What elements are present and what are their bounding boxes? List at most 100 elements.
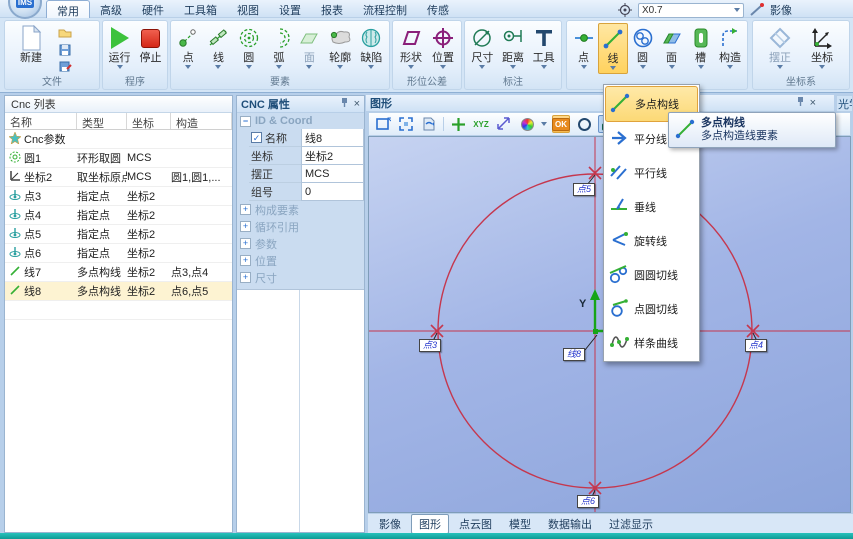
section-size[interactable]: +尺寸 (237, 269, 364, 286)
circle-snap-icon[interactable] (575, 115, 593, 133)
tab-changyong[interactable]: 常用 (46, 0, 90, 18)
table-row-line8-selected[interactable]: 线8 多点构线 坐标2 点6,点5 (5, 282, 232, 301)
image-slot-button[interactable]: 槽 (686, 23, 715, 74)
field-value-input[interactable]: 0 (301, 183, 364, 201)
tab-shezhi[interactable]: 设置 (269, 0, 311, 18)
line8-origin-label[interactable]: 线8 (563, 348, 585, 361)
xyz-axes-toggle[interactable]: XYZ (472, 115, 490, 133)
ok-capture-button[interactable]: OK (552, 115, 570, 133)
fit-view-icon[interactable] (374, 115, 392, 133)
expand-icon[interactable]: + (240, 255, 251, 266)
point6-marker-label[interactable]: 点6 (577, 495, 599, 508)
tab-model-view[interactable]: 模型 (502, 515, 538, 533)
menu-item-perpendicular-line[interactable]: 垂线 (605, 190, 698, 224)
column-coord[interactable]: 坐标 (127, 113, 171, 129)
expand-icon[interactable]: + (240, 238, 251, 249)
table-row-point5[interactable]: 点5 指定点 坐标2 (5, 225, 232, 244)
menu-item-spline-curve[interactable]: 样条曲线 (605, 326, 698, 360)
element-circle-button[interactable]: 圆 (234, 23, 264, 72)
column-name[interactable]: 名称 (5, 113, 77, 129)
open-folder-icon[interactable] (57, 25, 73, 40)
close-icon[interactable]: × (354, 98, 360, 110)
zoom-extents-icon[interactable] (397, 115, 415, 133)
shape-tolerance-button[interactable]: 形状 (395, 23, 427, 72)
column-construct[interactable]: 构造 (171, 113, 232, 129)
tab-yingjian[interactable]: 硬件 (132, 0, 174, 18)
element-plane-button[interactable]: 面 (294, 23, 324, 72)
tools-button[interactable]: 工具 (528, 23, 559, 72)
menu-item-point-circle-tangent[interactable]: 点圆切线 (605, 292, 698, 326)
element-line-button[interactable]: 线 (203, 23, 233, 72)
menu-item-circle-circle-tangent[interactable]: 圆圆切线 (605, 258, 698, 292)
crosshair-target-icon[interactable] (616, 1, 634, 19)
point3-marker-label[interactable]: 点3 (419, 339, 441, 352)
new-button[interactable]: 新建 (11, 23, 51, 64)
magnification-combo[interactable]: X0.7 (638, 3, 744, 18)
field-value-input[interactable]: MCS (301, 165, 364, 183)
tab-gongjuxiang[interactable]: 工具箱 (174, 0, 227, 18)
section-id-coord[interactable]: − ID & Coord (237, 113, 364, 129)
dimension-button[interactable]: 尺寸 (467, 23, 498, 72)
tab-image-view[interactable]: 影像 (372, 515, 408, 533)
point5-marker-label[interactable]: 点5 (573, 183, 595, 196)
axes-arrows-icon[interactable] (495, 115, 513, 133)
context-tab-label[interactable]: 影像 (770, 2, 792, 18)
image-point-button[interactable]: 点 (569, 23, 598, 74)
checkbox-checked-icon[interactable]: ✓ (251, 132, 262, 143)
element-arc-button[interactable]: 弧 (264, 23, 294, 72)
point4-marker-label[interactable]: 点4 (745, 339, 767, 352)
image-plane-button[interactable]: 面 (657, 23, 686, 74)
tab-data-output-view[interactable]: 数据输出 (541, 515, 599, 533)
field-value-input[interactable]: 线8 (301, 129, 364, 147)
table-row-coord2[interactable]: 坐标2 取坐标原点 MCS 圆1,圆1,... (5, 168, 232, 187)
table-row-point6[interactable]: 点6 指定点 坐标2 (5, 244, 232, 263)
expand-icon[interactable]: + (240, 204, 251, 215)
expand-icon[interactable]: + (240, 221, 251, 232)
tab-chuangan[interactable]: 传感 (417, 0, 459, 18)
crosshair-plus-icon[interactable] (449, 115, 467, 133)
pen-probe-icon[interactable] (748, 1, 766, 19)
section-parameters[interactable]: +参数 (237, 235, 364, 252)
table-row-circle1[interactable]: 圆1 环形取圆 MCS (5, 149, 232, 168)
save-icon[interactable] (57, 42, 73, 57)
close-icon[interactable]: × (810, 97, 816, 109)
element-defect-button[interactable]: 缺陷 (356, 23, 387, 72)
pin-icon[interactable] (796, 96, 805, 110)
color-wheel-icon[interactable] (518, 115, 536, 133)
element-point-button[interactable]: 点 (173, 23, 203, 72)
save-as-icon[interactable] (57, 59, 73, 74)
menu-item-parallel-line[interactable]: 平行线 (605, 156, 698, 190)
tab-gaoji[interactable]: 高级 (90, 0, 132, 18)
distance-button[interactable]: 距离 (498, 23, 529, 72)
element-contour-button[interactable]: 轮廓 (324, 23, 355, 72)
run-button[interactable]: 运行 (105, 23, 134, 72)
column-type[interactable]: 类型 (77, 113, 127, 129)
table-row-point4[interactable]: 点4 指定点 坐标2 (5, 206, 232, 225)
coordinate-button[interactable]: 坐标 (804, 23, 840, 72)
tab-graphics-view[interactable]: 图形 (411, 514, 449, 534)
stop-button[interactable]: 停止 (136, 23, 165, 72)
collapse-icon[interactable]: − (240, 116, 251, 127)
table-row-point3[interactable]: 点3 指定点 坐标2 (5, 187, 232, 206)
position-tolerance-button[interactable]: 位置 (427, 23, 459, 72)
tab-liuchengkongzhi[interactable]: 流程控制 (353, 0, 417, 18)
section-position[interactable]: +位置 (237, 252, 364, 269)
tab-baobiao[interactable]: 报表 (311, 0, 353, 18)
pin-icon[interactable] (340, 97, 349, 111)
expand-icon[interactable]: + (240, 272, 251, 283)
section-loop-reference[interactable]: +循环引用 (237, 218, 364, 235)
menu-item-rotated-line[interactable]: 旋转线 (605, 224, 698, 258)
chevron-down-icon[interactable] (541, 122, 547, 129)
table-row-line7[interactable]: 线7 多点构线 坐标2 点3,点4 (5, 263, 232, 282)
optical-side-tab[interactable]: 光学 (836, 95, 853, 112)
image-line-button[interactable]: 线 (598, 23, 628, 74)
section-construct-elements[interactable]: +构成要素 (237, 201, 364, 218)
tab-shitu[interactable]: 视图 (227, 0, 269, 18)
image-construct-button[interactable]: 构造 (715, 23, 745, 74)
image-circle-button[interactable]: 圆 (628, 23, 657, 74)
tab-filter-display-view[interactable]: 过滤显示 (602, 515, 660, 533)
table-row-cnc-params[interactable]: Cnc参数 (5, 130, 232, 149)
field-value-input[interactable]: 坐标2 (301, 147, 364, 165)
mirror-view-icon[interactable] (420, 115, 438, 133)
align-button[interactable]: 摆正 (762, 23, 798, 72)
